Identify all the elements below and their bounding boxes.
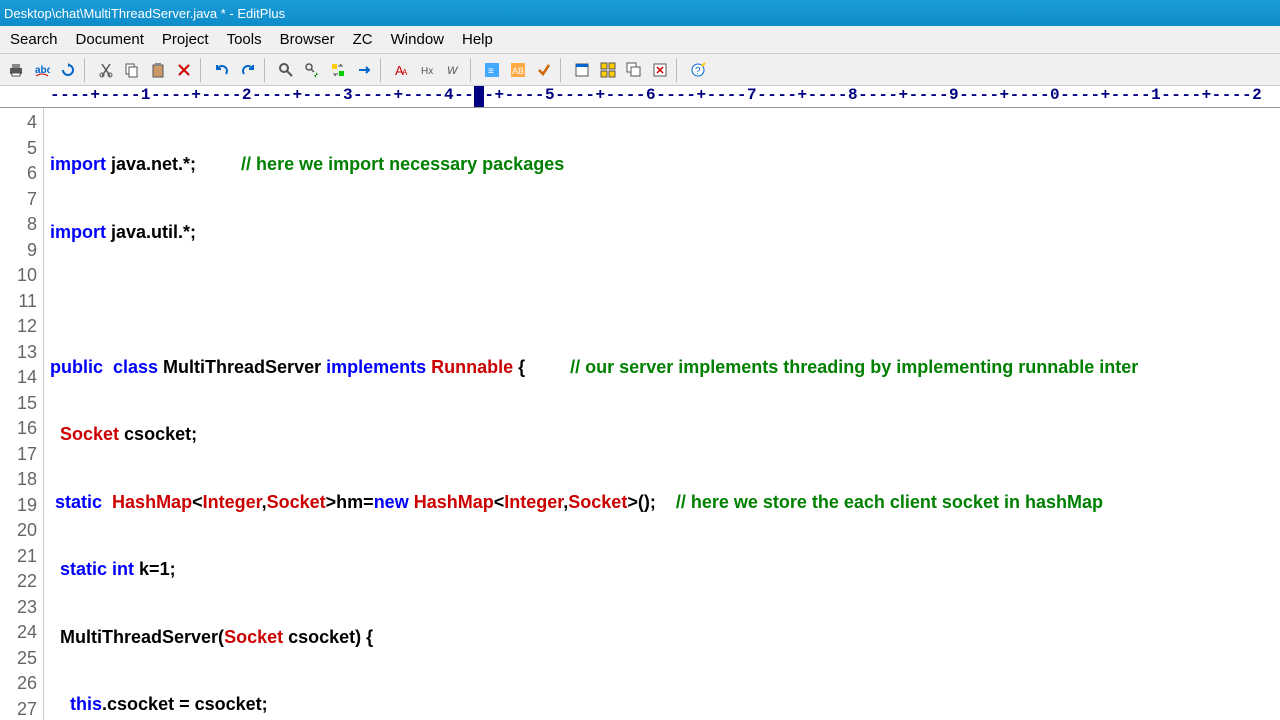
delete-icon[interactable] — [172, 58, 196, 82]
font-size-icon[interactable]: AA — [390, 58, 414, 82]
title-bar: Desktop\chat\MultiThreadServer.java * - … — [0, 0, 1280, 26]
goto-icon[interactable] — [352, 58, 376, 82]
line-number: 20 — [0, 518, 37, 544]
redo-icon[interactable] — [236, 58, 260, 82]
line-number: 17 — [0, 442, 37, 468]
line-number: 18 — [0, 467, 37, 493]
toolbar-separator — [560, 58, 566, 82]
code-area[interactable]: import java.net.*; // here we import nec… — [44, 108, 1280, 720]
line-number: 26 — [0, 671, 37, 697]
line-number: 7 — [0, 187, 37, 213]
ruler-cursor-marker — [474, 86, 484, 108]
toolbar-separator — [264, 58, 270, 82]
menu-help[interactable]: Help — [462, 31, 493, 48]
help-icon[interactable]: ? — [686, 58, 710, 82]
line-number: 19 — [0, 493, 37, 519]
ruler-text: ----+----1----+----2----+----3----+----4… — [50, 86, 1262, 104]
cascade-icon[interactable] — [622, 58, 646, 82]
line-number: 23 — [0, 595, 37, 621]
tile-icon[interactable] — [596, 58, 620, 82]
svg-text:≡: ≡ — [488, 66, 494, 77]
line-number: 11 — [0, 289, 37, 315]
line-number: 27 — [0, 697, 37, 720]
line-number: 24 — [0, 620, 37, 646]
find-icon[interactable] — [274, 58, 298, 82]
spell-icon[interactable]: abc — [30, 58, 54, 82]
line-number: 15 — [0, 391, 37, 417]
undo-icon[interactable] — [210, 58, 234, 82]
toolbar-separator — [380, 58, 386, 82]
marker-b-icon[interactable]: AB — [506, 58, 530, 82]
marker-a-icon[interactable]: ≡ — [480, 58, 504, 82]
toolbar-separator — [470, 58, 476, 82]
menu-search[interactable]: Search — [10, 31, 58, 48]
line-number: 25 — [0, 646, 37, 672]
copy-icon[interactable] — [120, 58, 144, 82]
line-number: 21 — [0, 544, 37, 570]
svg-text:AB: AB — [512, 66, 524, 76]
menu-browser[interactable]: Browser — [280, 31, 335, 48]
toolbar-separator — [84, 58, 90, 82]
editor-area[interactable]: 4567891011121314151617181920212223242526… — [0, 108, 1280, 720]
window-icon[interactable] — [570, 58, 594, 82]
close-icon[interactable] — [648, 58, 672, 82]
find-next-icon[interactable] — [300, 58, 324, 82]
wrap-icon[interactable]: W — [442, 58, 466, 82]
keyword-import: import — [50, 154, 106, 174]
svg-text:?: ? — [695, 66, 701, 77]
toolbar: abc AA Hx W ≡ AB? — [0, 54, 1280, 86]
toolbar-separator — [676, 58, 682, 82]
line-number: 10 — [0, 263, 37, 289]
hex-icon[interactable]: Hx — [416, 58, 440, 82]
line-number: 12 — [0, 314, 37, 340]
line-number: 9 — [0, 238, 37, 264]
menu-bar: Search Document Project Tools Browser ZC… — [0, 26, 1280, 54]
print-icon[interactable] — [4, 58, 28, 82]
line-number: 8 — [0, 212, 37, 238]
menu-project[interactable]: Project — [162, 31, 209, 48]
line-number: 16 — [0, 416, 37, 442]
line-number: 22 — [0, 569, 37, 595]
menu-window[interactable]: Window — [391, 31, 444, 48]
replace-icon[interactable] — [326, 58, 350, 82]
window-title: Desktop\chat\MultiThreadServer.java * - … — [4, 6, 285, 21]
toolbar-separator — [200, 58, 206, 82]
svg-text:Hx: Hx — [421, 66, 433, 77]
line-number: 6 — [0, 161, 37, 187]
cut-icon[interactable] — [94, 58, 118, 82]
menu-document[interactable]: Document — [76, 31, 144, 48]
line-number: 14 — [0, 365, 37, 391]
menu-zc[interactable]: ZC — [353, 31, 373, 48]
line-number-gutter: 4567891011121314151617181920212223242526… — [0, 108, 44, 720]
comment: // here we import necessary packages — [201, 154, 564, 174]
paste-icon[interactable] — [146, 58, 170, 82]
svg-text:W: W — [447, 65, 459, 77]
line-number: 4 — [0, 110, 37, 136]
check-icon[interactable] — [532, 58, 556, 82]
svg-text:A: A — [402, 68, 408, 77]
line-number: 5 — [0, 136, 37, 162]
menu-tools[interactable]: Tools — [227, 31, 262, 48]
refresh-icon[interactable] — [56, 58, 80, 82]
line-number: 13 — [0, 340, 37, 366]
ruler: ----+----1----+----2----+----3----+----4… — [0, 86, 1280, 108]
